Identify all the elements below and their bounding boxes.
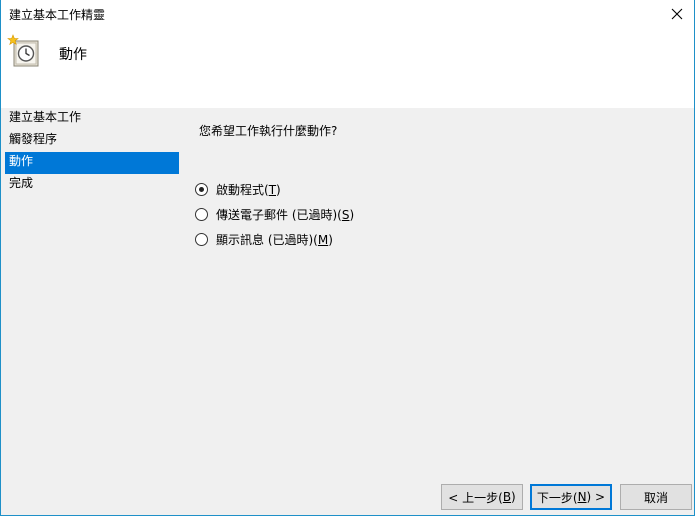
action-content: 您希望工作執行什麼動作? 啟動程式(T) 傳送電子郵件 (已過時)(S) 顯示訊… bbox=[195, 122, 679, 252]
title-bar: 建立基本工作精靈 bbox=[1, 0, 694, 28]
action-question: 您希望工作執行什麼動作? bbox=[199, 124, 338, 138]
nav-item-trigger[interactable]: 觸發程序 bbox=[5, 130, 179, 152]
radio-start-program[interactable]: 啟動程式(T) bbox=[195, 177, 679, 202]
nav-item-label: 動作 bbox=[9, 154, 34, 168]
nav-item-label: 完成 bbox=[9, 176, 34, 190]
wizard-buttons: < 上一步(B) 下一步(N) > 取消 bbox=[1, 484, 694, 512]
nav-item-label: 建立基本工作 bbox=[9, 110, 82, 124]
close-icon bbox=[671, 8, 683, 20]
wizard-steps-nav: 建立基本工作 觸發程序 動作 完成 bbox=[5, 108, 179, 196]
radio-label: 傳送電子郵件 (已過時)(S) bbox=[216, 208, 355, 222]
wizard-header: 動作 bbox=[1, 28, 694, 108]
nav-item-finish[interactable]: 完成 bbox=[5, 174, 179, 196]
wizard-body: 建立基本工作 觸發程序 動作 完成 您希望工作執行什麼動作? 啟動程式(T) 傳… bbox=[1, 108, 694, 515]
close-button[interactable] bbox=[660, 0, 694, 28]
nav-item-label: 觸發程序 bbox=[9, 132, 58, 146]
radio-send-email[interactable]: 傳送電子郵件 (已過時)(S) bbox=[195, 202, 679, 227]
radio-unchecked-icon bbox=[195, 208, 208, 221]
action-radio-group: 啟動程式(T) 傳送電子郵件 (已過時)(S) 顯示訊息 (已過時)(M) bbox=[195, 177, 679, 252]
task-scheduler-clock-icon bbox=[7, 34, 39, 67]
radio-label: 顯示訊息 (已過時)(M) bbox=[216, 233, 333, 247]
radio-display-message[interactable]: 顯示訊息 (已過時)(M) bbox=[195, 227, 679, 252]
page-title: 動作 bbox=[59, 47, 87, 63]
wizard-window: 建立基本工作精靈 動作 建立基本工作 觸發程序 動作 完成 您希望工作執行什麼動… bbox=[0, 0, 695, 516]
nav-item-create-basic-task[interactable]: 建立基本工作 bbox=[5, 108, 179, 130]
radio-unchecked-icon bbox=[195, 233, 208, 246]
window-title: 建立基本工作精靈 bbox=[9, 8, 106, 22]
nav-item-action[interactable]: 動作 bbox=[5, 152, 179, 174]
radio-checked-icon bbox=[195, 183, 208, 196]
back-button[interactable]: < 上一步(B) bbox=[441, 484, 523, 510]
cancel-button[interactable]: 取消 bbox=[620, 484, 692, 510]
radio-label: 啟動程式(T) bbox=[216, 183, 281, 197]
next-button[interactable]: 下一步(N) > bbox=[530, 484, 612, 510]
